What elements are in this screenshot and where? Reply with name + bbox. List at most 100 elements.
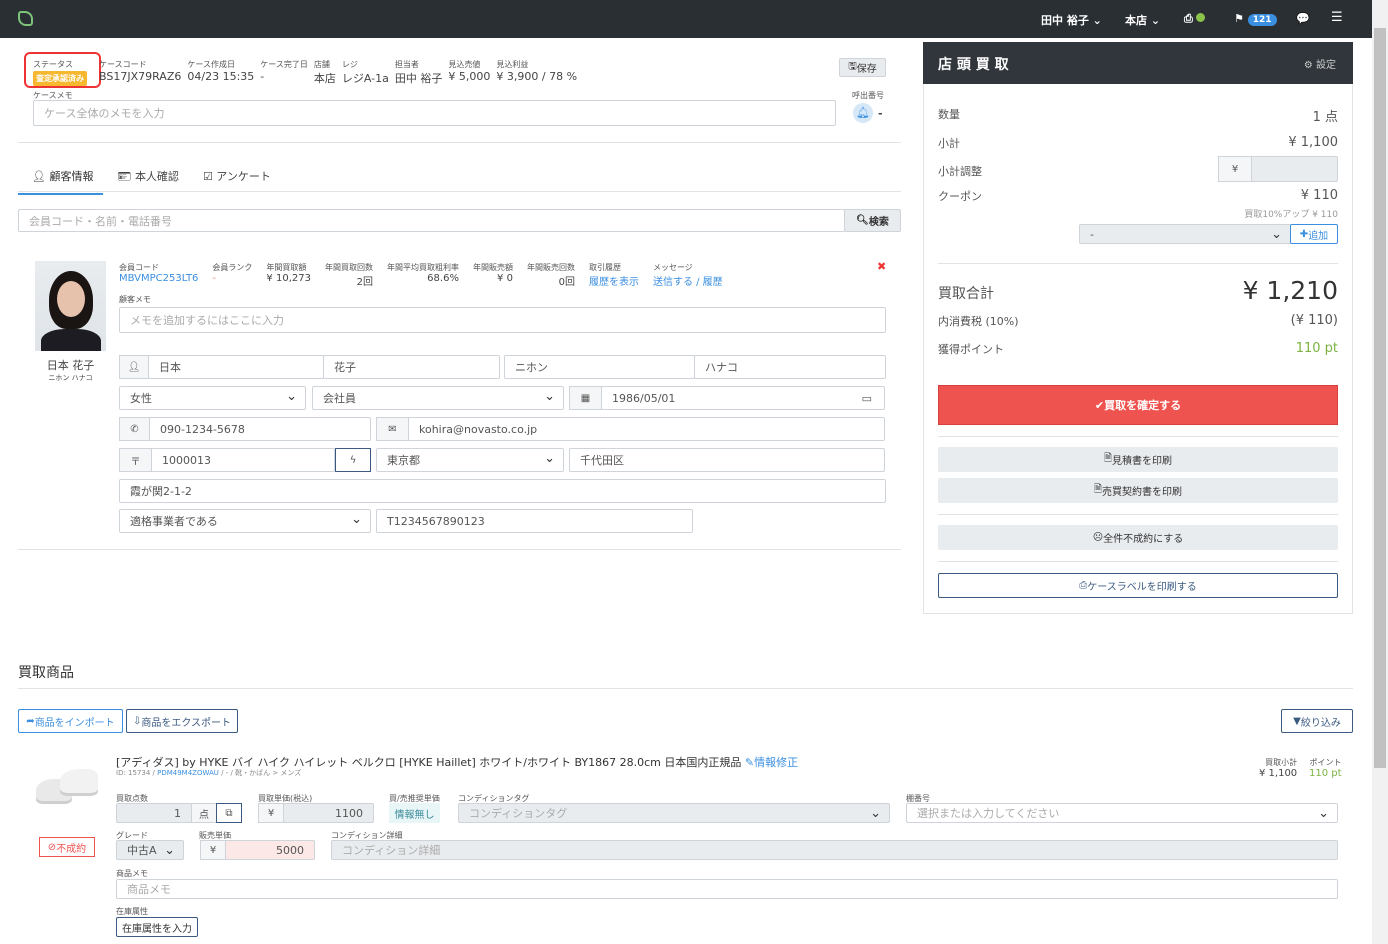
item-memo-input[interactable]: 商品メモ bbox=[116, 879, 1338, 899]
customer-stat-value[interactable]: 送信する / 履歴 bbox=[653, 273, 723, 288]
invoice-type-select[interactable]: 適格事業者である bbox=[119, 509, 371, 533]
phone-value: 090-1234-5678 bbox=[160, 422, 245, 436]
reject-item-button[interactable]: ⊘ 不成約 bbox=[39, 837, 95, 857]
case-memo-input[interactable]: ケース全体のメモを入力 bbox=[33, 100, 836, 126]
customer-search-input[interactable]: 会員コード・名前・電話番号 bbox=[18, 209, 845, 232]
case-field-label: 店舗 bbox=[313, 60, 330, 69]
print-case-label-button[interactable]: ⎙ ケースラベルを印刷する bbox=[938, 573, 1338, 598]
invoice-number-input[interactable]: T1234567890123 bbox=[376, 509, 693, 533]
customer-stat-label: 年間買取回数 bbox=[324, 263, 373, 272]
birthday-input[interactable]: 1986/05/01 ▭ bbox=[601, 386, 885, 410]
shelf-select[interactable]: 選択または入力してください bbox=[906, 803, 1338, 823]
item-memo-placeholder: 商品メモ bbox=[127, 883, 171, 896]
date-picker-icon[interactable]: ▭ bbox=[862, 392, 872, 405]
tax-value: (¥ 110) bbox=[1290, 313, 1338, 328]
case-field-label: ケース完了日 bbox=[260, 60, 308, 69]
coupon-select[interactable]: - bbox=[1079, 224, 1291, 244]
user-menu[interactable]: 田中 裕子 ⌄ bbox=[1041, 12, 1102, 28]
confirm-purchase-button[interactable]: ✔ 買取を確定する bbox=[938, 385, 1338, 425]
status-badge: 査定承認済み bbox=[33, 71, 87, 86]
status-label: ステータス bbox=[33, 60, 73, 69]
tab-label: 顧客情報 bbox=[49, 170, 94, 183]
summary-header: 店 頭 買 取 ⚙ 設定 bbox=[923, 42, 1353, 84]
customer-stat-label: 会員ランク bbox=[212, 263, 253, 272]
menu-icon[interactable]: ☰ bbox=[1331, 10, 1343, 25]
item-qty-input[interactable]: 1 bbox=[116, 803, 192, 823]
item-category: / - / 靴・かばん > メンズ bbox=[221, 769, 302, 777]
save-label: 保存 bbox=[856, 64, 877, 75]
chat-icon[interactable]: 💬 bbox=[1296, 12, 1310, 25]
first-kana-input[interactable]: ハナコ bbox=[694, 355, 886, 379]
subtotal-label: 小計 bbox=[938, 137, 960, 150]
customer-kana: ニホン ハナコ bbox=[48, 374, 93, 382]
phone-input[interactable]: 090-1234-5678 bbox=[149, 417, 371, 441]
customer-stat-value[interactable]: MBVMPC253LT6 bbox=[119, 273, 198, 284]
customer-stat: 会員コード MBVMPC253LT6 bbox=[119, 262, 198, 288]
gender-select[interactable]: 女性 bbox=[119, 386, 306, 410]
import-items-button[interactable]: ➦ 商品をインポート bbox=[18, 709, 123, 733]
reject-all-button[interactable]: ☹ 全件不成約にする bbox=[938, 525, 1338, 550]
settings-button[interactable]: ⚙ 設定 bbox=[1304, 56, 1336, 71]
search-button[interactable]: 🔍︎ 検索 bbox=[844, 209, 901, 232]
store-menu[interactable]: 本店 ⌄ bbox=[1125, 12, 1160, 28]
prefecture-select[interactable]: 東京都 bbox=[376, 448, 564, 472]
filter-button[interactable]: ▼ 絞り込み bbox=[1281, 709, 1353, 733]
customer-memo-placeholder: メモを追加するにはここに入力 bbox=[130, 314, 284, 327]
stock-attr-button[interactable]: 在庫属性を入力 bbox=[116, 917, 198, 937]
print-case-label-text: ケースラベルを印刷する bbox=[1087, 582, 1197, 593]
sale-price-input[interactable]: 5000 bbox=[225, 840, 315, 860]
condition-detail-input[interactable]: コンディション詳細 bbox=[331, 840, 1338, 860]
case-field-value: ¥ 5,000 bbox=[448, 70, 491, 83]
customer-stat-value: - bbox=[212, 273, 217, 284]
print-contract-button[interactable]: 🗎 売買契約書を印刷 bbox=[938, 478, 1338, 503]
email-input[interactable]: kohira@novasto.co.jp bbox=[408, 417, 885, 441]
case-field-value: 本店 bbox=[313, 72, 336, 85]
export-items-button[interactable]: ⇩ 商品をエクスポート bbox=[126, 709, 238, 733]
item-code-link[interactable]: PDM49M4ZOWAU bbox=[157, 769, 219, 777]
flag-icon[interactable]: ⚑ 121 bbox=[1234, 12, 1277, 26]
customer-stat: メッセージ 送信する / 履歴 bbox=[653, 262, 723, 288]
logo-icon[interactable] bbox=[18, 11, 33, 26]
zip-input[interactable]: 1000013 bbox=[151, 448, 335, 472]
edit-item-link[interactable]: ✎情報修正 bbox=[745, 756, 798, 769]
case-field-label: ケースコード bbox=[99, 60, 147, 69]
case-field-value: レジA-1a bbox=[341, 72, 389, 85]
copy-icon[interactable]: ⧉ bbox=[216, 803, 242, 823]
export-label: 商品をエクスポート bbox=[141, 717, 232, 729]
customer-memo-input[interactable]: メモを追加するにはここに入力 bbox=[119, 307, 886, 333]
phone-icon: ✆ bbox=[119, 417, 150, 441]
customer-stat-label: 会員コード bbox=[119, 263, 159, 272]
gender-value: 女性 bbox=[130, 392, 152, 405]
add-coupon-button[interactable]: ✚ 追加 bbox=[1290, 224, 1338, 244]
address-input[interactable]: 霞が関2-1-2 bbox=[119, 479, 886, 503]
condition-tag-select[interactable]: コンディションタグ bbox=[458, 803, 890, 823]
sale-price-value: 5000 bbox=[276, 843, 304, 857]
settings-label: 設定 bbox=[1316, 60, 1336, 71]
print-estimate-button[interactable]: 🗎 見積書を印刷 bbox=[938, 447, 1338, 472]
top-nav: 田中 裕子 ⌄ 本店 ⌄ ⎙ ⚑ 121 💬 ☰ bbox=[0, 0, 1372, 38]
job-select[interactable]: 会社員 bbox=[312, 386, 564, 410]
address-value: 霞が関2-1-2 bbox=[130, 485, 192, 498]
first-name-input[interactable]: 花子 bbox=[323, 355, 500, 379]
customer-stat-value[interactable]: 履歴を表示 bbox=[589, 273, 639, 288]
customer-stat: 取引履歴 履歴を表示 bbox=[589, 262, 639, 288]
scrollbar[interactable] bbox=[1372, 0, 1388, 944]
store-name: 本店 bbox=[1125, 14, 1147, 27]
save-button[interactable]: 🖫 保存 bbox=[839, 58, 886, 77]
last-name-input[interactable]: 日本 bbox=[148, 355, 324, 379]
customer-stat: 年間販売回数 0回 bbox=[527, 262, 575, 288]
zip-lookup-button[interactable]: ϟ bbox=[335, 448, 371, 472]
bell-icon[interactable]: 🔔︎ bbox=[853, 103, 873, 123]
subtotal-adjust-input[interactable] bbox=[1251, 156, 1338, 182]
last-kana-value: ニホン bbox=[515, 361, 548, 374]
customer-stat-label: 年間販売額 bbox=[472, 263, 513, 272]
customer-stat-label: 年間平均買取粗利率 bbox=[386, 263, 459, 272]
grade-select[interactable]: 中古A bbox=[116, 840, 184, 860]
city-input[interactable]: 千代田区 bbox=[569, 448, 885, 472]
remove-customer-icon[interactable]: ✖ bbox=[877, 260, 886, 273]
last-kana-input[interactable]: ニホン bbox=[504, 355, 695, 379]
purchase-price-input[interactable]: 1100 bbox=[283, 803, 374, 823]
confirm-label: 買取を確定する bbox=[1104, 399, 1182, 412]
printer-icon[interactable]: ⎙ bbox=[1184, 12, 1205, 26]
filter-label: 絞り込み bbox=[1300, 717, 1341, 729]
